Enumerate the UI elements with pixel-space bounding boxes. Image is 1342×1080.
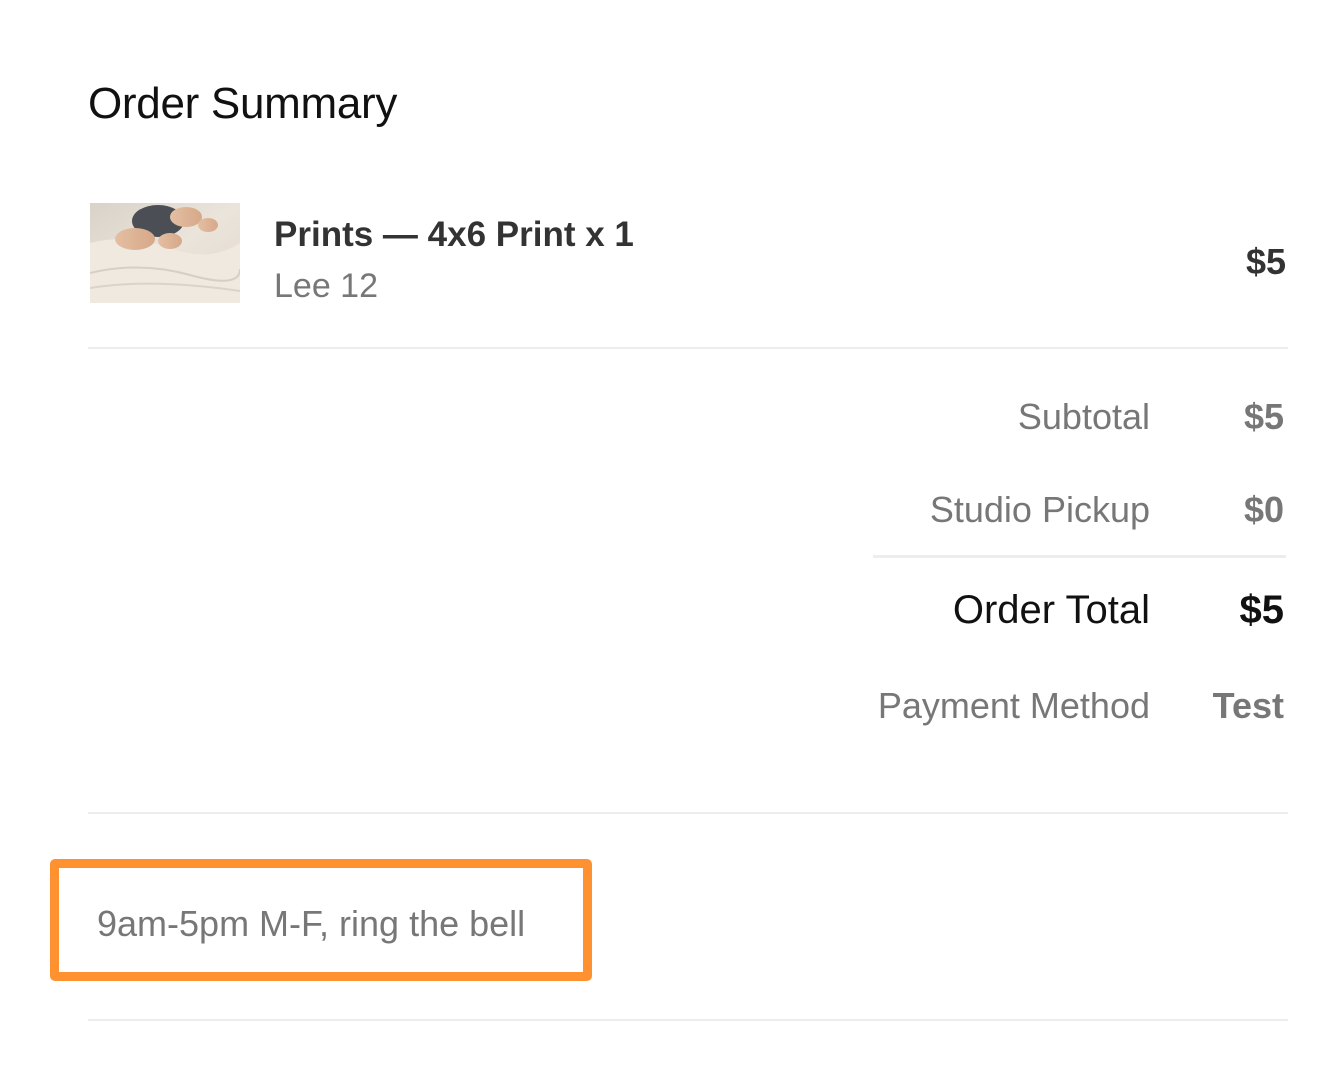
- payment-method-label: Payment Method: [877, 685, 1150, 726]
- shipping-value: $0: [1243, 489, 1284, 530]
- order-total-row: Order Total $5: [784, 586, 1284, 636]
- page-title: Order Summary: [88, 79, 398, 128]
- subtotal-row: Subtotal $5: [784, 395, 1284, 445]
- order-summary-page: Order Summary Prints — 4x6 Print x 1 Lee…: [0, 0, 1342, 1080]
- order-total-value: $5: [1239, 588, 1285, 632]
- delivery-note-highlight: 9am-5pm M-F, ring the bell: [50, 859, 592, 981]
- product-thumbnail: [90, 203, 240, 303]
- item-subtitle: Lee 12: [274, 267, 378, 305]
- shipping-row: Studio Pickup $0: [784, 488, 1284, 538]
- payment-method-value: Test: [1212, 685, 1284, 726]
- divider: [88, 1019, 1288, 1021]
- order-line-item: Prints — 4x6 Print x 1 Lee 12 $5: [88, 202, 1288, 305]
- subtotal-label: Subtotal: [1017, 396, 1150, 437]
- item-price: $5: [1245, 241, 1286, 282]
- payment-method-row: Payment Method Test: [784, 684, 1284, 734]
- subtotal-value: $5: [1243, 396, 1284, 437]
- divider: [88, 347, 1288, 349]
- shipping-label: Studio Pickup: [929, 489, 1150, 530]
- order-total-label: Order Total: [952, 588, 1150, 632]
- item-name: Prints — 4x6 Print x 1: [274, 215, 634, 254]
- delivery-note-text: 9am-5pm M-F, ring the bell: [97, 903, 526, 944]
- summary-divider: [873, 555, 1286, 558]
- divider: [88, 812, 1288, 814]
